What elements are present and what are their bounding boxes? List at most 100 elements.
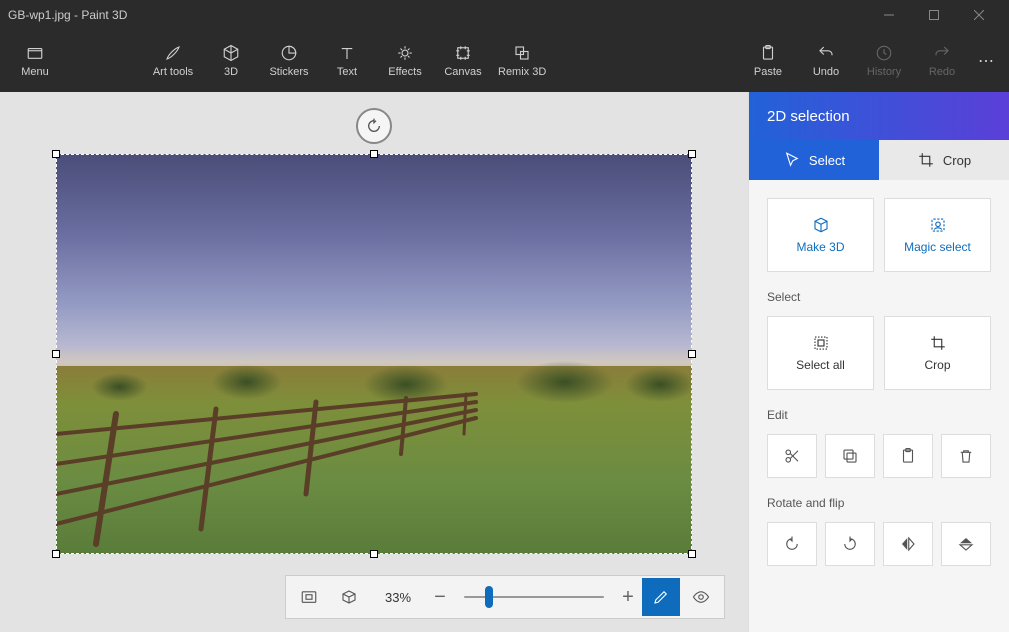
paste-button[interactable]: Paste	[739, 31, 797, 91]
text-icon	[338, 44, 356, 62]
brush-icon	[164, 44, 182, 62]
section-label-rotate: Rotate and flip	[767, 496, 991, 510]
tile-label: Crop	[924, 358, 950, 372]
canvas-icon	[454, 44, 472, 62]
tile-label: Magic select	[904, 240, 971, 254]
paste-icon	[899, 447, 917, 465]
resize-handle-bc[interactable]	[370, 550, 378, 558]
close-button[interactable]	[956, 0, 1001, 30]
ribbon-label: Canvas	[444, 66, 481, 78]
tab-label: Select	[809, 153, 845, 168]
crop-button[interactable]: Crop	[884, 316, 991, 390]
zoom-slider[interactable]	[454, 578, 614, 616]
crop-icon	[917, 151, 935, 169]
maximize-button[interactable]	[911, 0, 956, 30]
tile-label: Make 3D	[796, 240, 844, 254]
history-icon	[875, 44, 893, 62]
make-3d-button[interactable]: Make 3D	[767, 198, 874, 272]
rotate-left-icon	[783, 535, 801, 553]
stickers-button[interactable]: Stickers	[260, 31, 318, 91]
flip-vertical-button[interactable]	[941, 522, 991, 566]
cut-button[interactable]	[767, 434, 817, 478]
ribbon-label: Menu	[21, 66, 49, 78]
effects-icon	[396, 44, 414, 62]
tab-select[interactable]: Select	[749, 140, 879, 180]
history-button[interactable]: History	[855, 31, 913, 91]
view-3d-button[interactable]	[330, 578, 368, 616]
remix-icon	[513, 44, 531, 62]
fit-screen-button[interactable]	[290, 578, 328, 616]
cube-icon	[812, 216, 830, 234]
3d-button[interactable]: 3D	[202, 31, 260, 91]
rotate-right-button[interactable]	[825, 522, 875, 566]
zoom-in-button[interactable]: +	[616, 578, 640, 616]
resize-handle-tl[interactable]	[52, 150, 60, 158]
section-label-select: Select	[767, 290, 991, 304]
copy-icon	[841, 447, 859, 465]
flip-horizontal-button[interactable]	[883, 522, 933, 566]
select-all-button[interactable]: Select all	[767, 316, 874, 390]
copy-button[interactable]	[825, 434, 875, 478]
side-panel: 2D selection Select Crop Make 3D Magic s…	[748, 92, 1009, 632]
titlebar: GB-wp1.jpg - Paint 3D	[0, 0, 1009, 30]
resize-handle-tc[interactable]	[370, 150, 378, 158]
zoom-bar: 33% − +	[285, 575, 725, 619]
resize-handle-mr[interactable]	[688, 350, 696, 358]
crop-icon	[929, 334, 947, 352]
resize-handle-ml[interactable]	[52, 350, 60, 358]
canvas-button[interactable]: Canvas	[434, 31, 492, 91]
ribbon: Menu Art tools 3D Stickers Text Effects …	[0, 30, 1009, 92]
section-label-edit: Edit	[767, 408, 991, 422]
delete-button[interactable]	[941, 434, 991, 478]
art-tools-button[interactable]: Art tools	[144, 31, 202, 91]
undo-icon	[817, 44, 835, 62]
ribbon-label: Text	[337, 66, 357, 78]
flip-v-icon	[957, 535, 975, 553]
flip-h-icon	[899, 535, 917, 553]
trash-icon	[957, 447, 975, 465]
ribbon-label: Undo	[813, 66, 839, 78]
cube-icon	[222, 44, 240, 62]
ribbon-label: Redo	[929, 66, 955, 78]
paste-button-2[interactable]	[883, 434, 933, 478]
rotate-handle[interactable]	[356, 108, 392, 144]
tile-label: Select all	[796, 358, 845, 372]
rotate-left-button[interactable]	[767, 522, 817, 566]
cursor-icon	[783, 151, 801, 169]
zoom-out-button[interactable]: −	[428, 578, 452, 616]
tab-label: Crop	[943, 153, 971, 168]
folder-icon	[26, 44, 44, 62]
zoom-level[interactable]: 33%	[370, 590, 426, 605]
rotate-right-icon	[841, 535, 859, 553]
window-title: GB-wp1.jpg - Paint 3D	[8, 8, 866, 22]
view-mode-button[interactable]	[682, 578, 720, 616]
minimize-button[interactable]	[866, 0, 911, 30]
ribbon-label: Effects	[388, 66, 421, 78]
ribbon-label: Stickers	[269, 66, 308, 78]
resize-handle-tr[interactable]	[688, 150, 696, 158]
panel-title: 2D selection	[749, 92, 1009, 140]
more-button[interactable]: ⋯	[971, 51, 1003, 71]
tab-crop[interactable]: Crop	[879, 140, 1009, 180]
menu-button[interactable]: Menu	[6, 31, 64, 91]
select-all-icon	[812, 334, 830, 352]
undo-button[interactable]: Undo	[797, 31, 855, 91]
scissors-icon	[783, 447, 801, 465]
remix-3d-button[interactable]: Remix 3D	[492, 31, 552, 91]
resize-handle-bl[interactable]	[52, 550, 60, 558]
canvas-area[interactable]: 33% − +	[0, 92, 748, 632]
edit-mode-button[interactable]	[642, 578, 680, 616]
ribbon-label: 3D	[224, 66, 238, 78]
ribbon-label: Remix 3D	[498, 66, 546, 78]
ribbon-label: Art tools	[153, 66, 193, 78]
image-selection[interactable]	[56, 154, 692, 554]
sticker-icon	[280, 44, 298, 62]
redo-button[interactable]: Redo	[913, 31, 971, 91]
redo-icon	[933, 44, 951, 62]
effects-button[interactable]: Effects	[376, 31, 434, 91]
resize-handle-br[interactable]	[688, 550, 696, 558]
magic-select-button[interactable]: Magic select	[884, 198, 991, 272]
ribbon-label: Paste	[754, 66, 782, 78]
text-button[interactable]: Text	[318, 31, 376, 91]
magic-select-icon	[929, 216, 947, 234]
